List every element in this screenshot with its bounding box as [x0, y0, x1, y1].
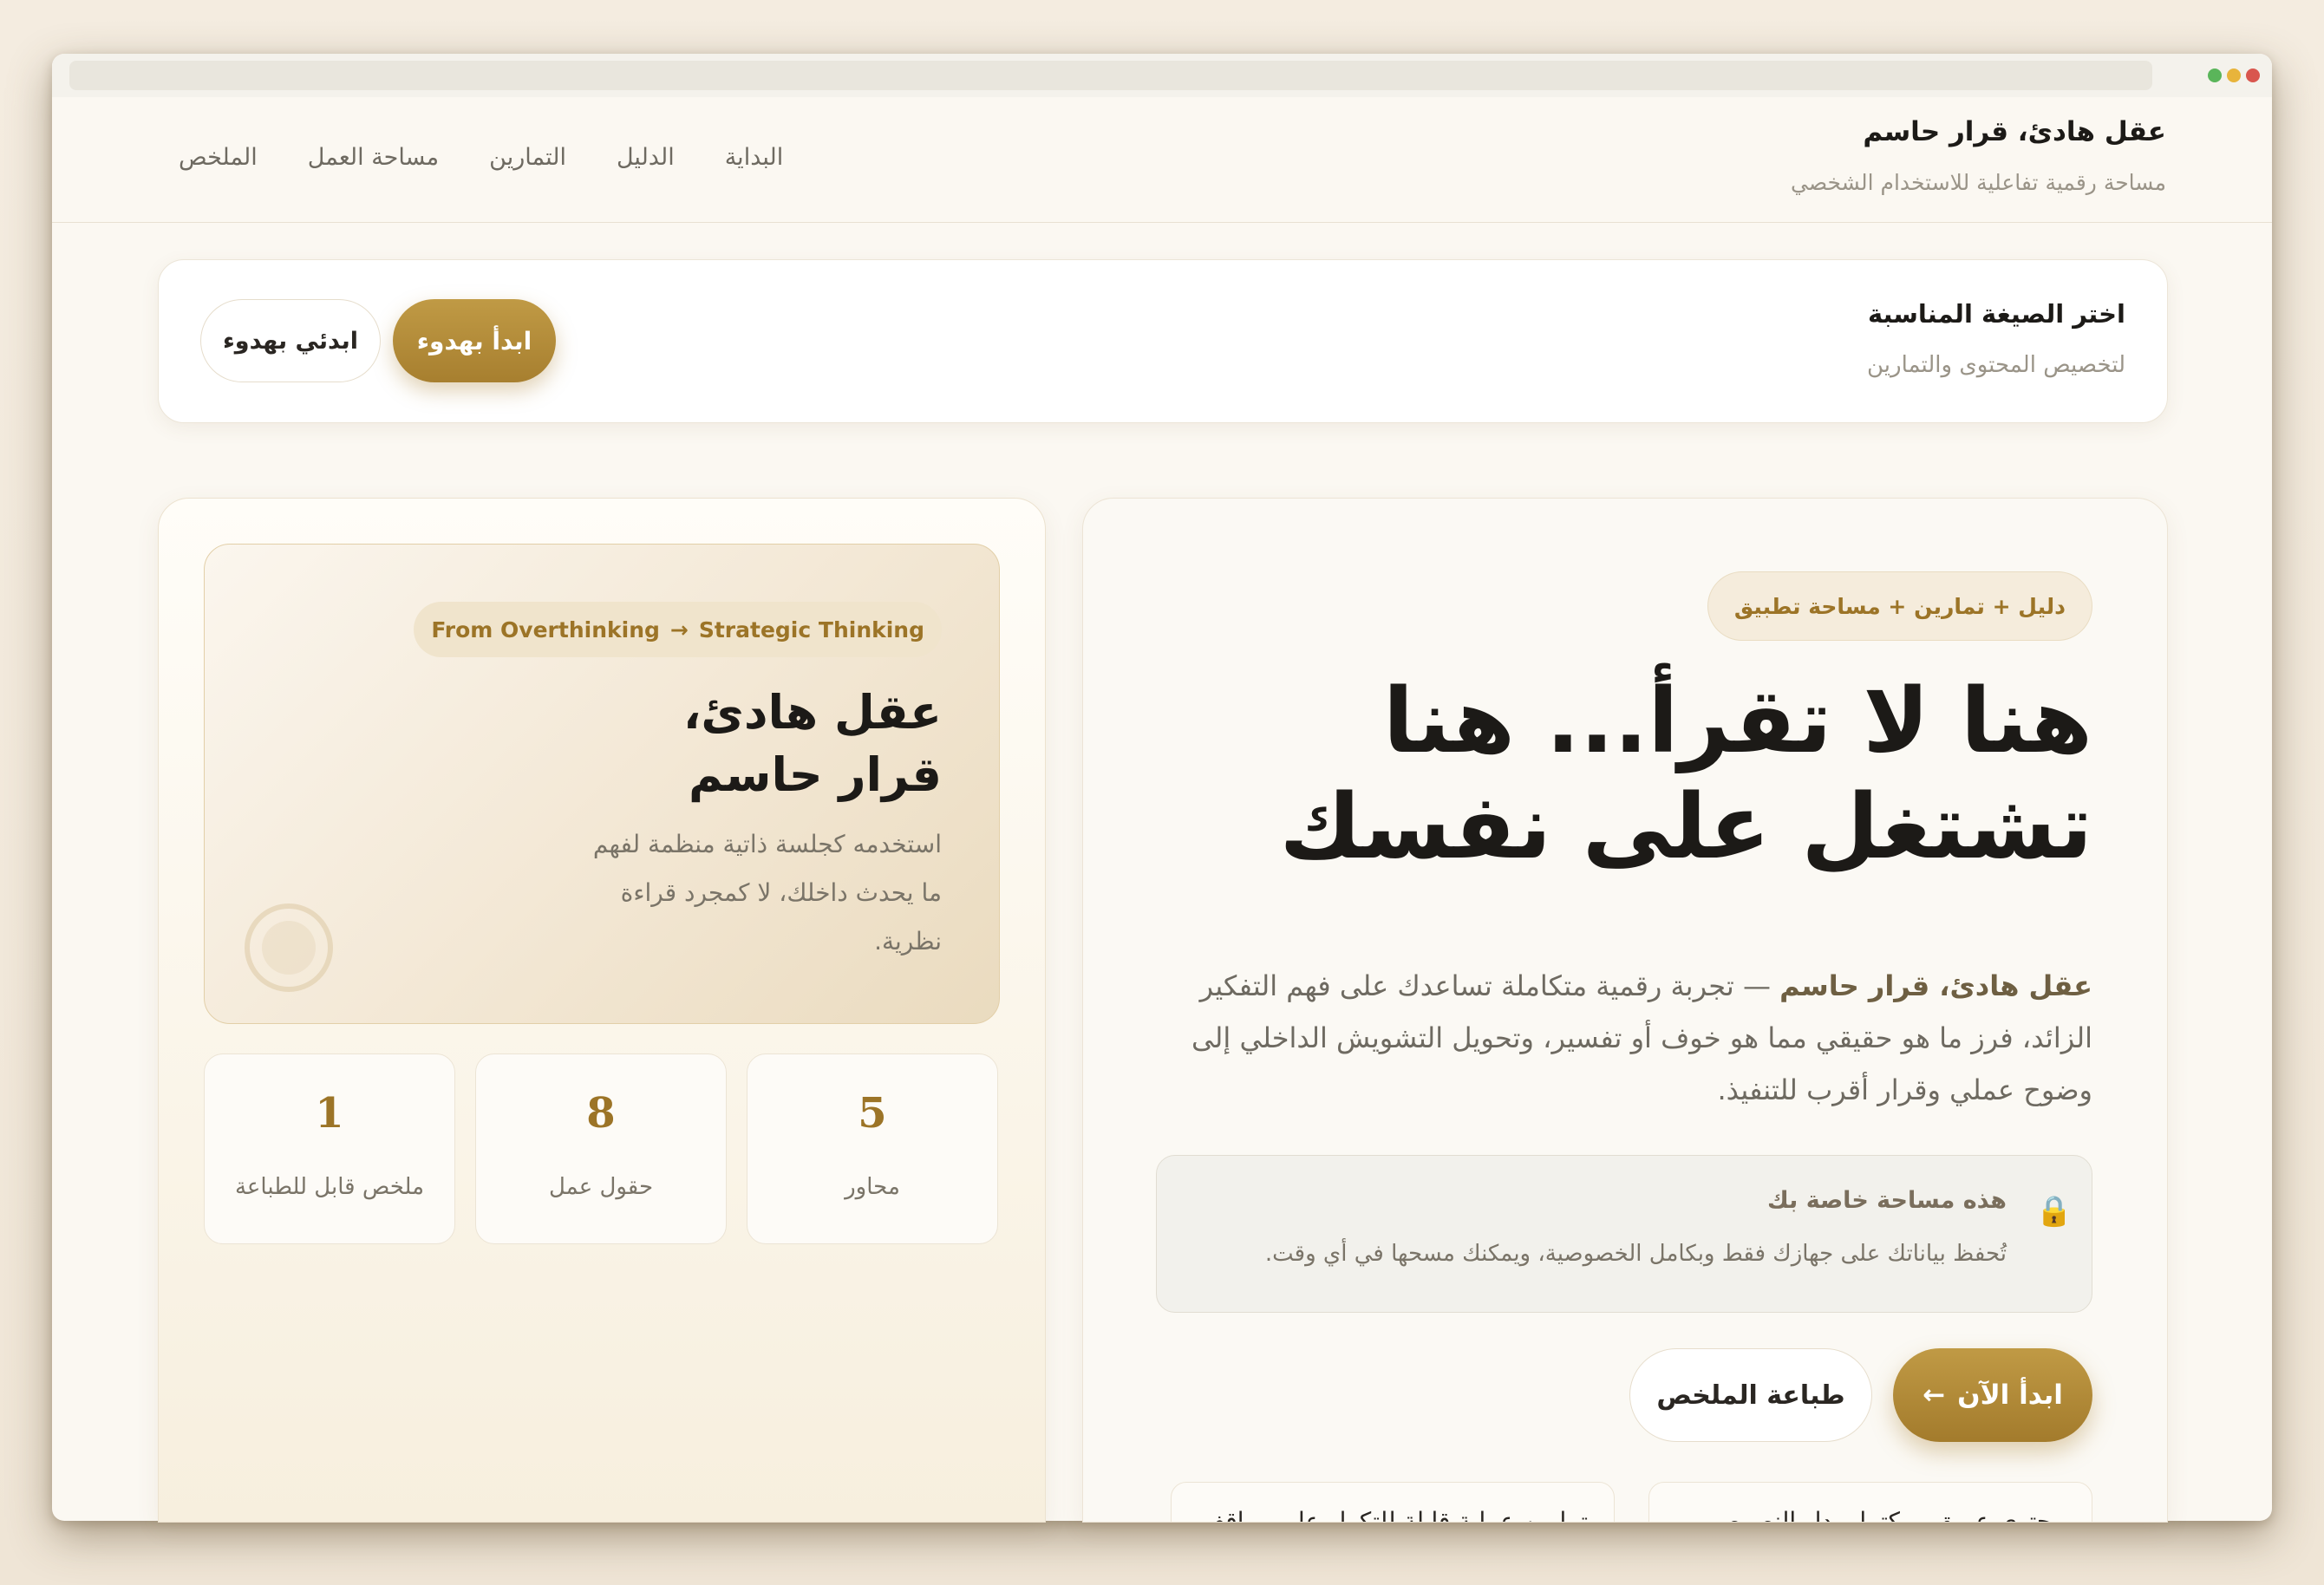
privacy-text: تُحفظ بياناتك على جهازك فقط وبكامل الخصو… — [1264, 1241, 2007, 1267]
nav-item-exercises[interactable]: التمارين — [489, 144, 566, 171]
print-summary-button[interactable]: طباعة الملخص — [1629, 1348, 1872, 1442]
hero-pill: دليل + تمارين + مساحة تطبيق — [1707, 571, 2092, 641]
arrow-right-icon: → — [669, 616, 689, 642]
stat-card: 1 ملخص قابل للطباعة — [204, 1053, 455, 1244]
minimize-dot-icon[interactable] — [2227, 68, 2241, 82]
hero-lead: عقل هادئ، قرار حاسم — تجربة رقمية متكامل… — [1139, 960, 2092, 1116]
stat-label: ملخص قابل للطباعة — [234, 1174, 425, 1200]
lead-brand: عقل هادئ، قرار حاسم — [1779, 969, 2092, 1002]
start-now-label: ابدأ الآن — [1957, 1380, 2063, 1411]
female-form-button[interactable]: ابدئي بهدوء — [200, 299, 381, 382]
feature-text: محتوى عميق ومكتمل بدل النصوص التسويقية ا… — [1711, 1507, 2066, 1523]
nav-item-summary[interactable]: الملخص — [179, 144, 258, 171]
nav-item-workspace[interactable]: مساحة العمل — [308, 144, 439, 171]
privacy-title: هذه مساحة خاصة بك — [1767, 1187, 2007, 1214]
side-title-line1: عقل هادئ، — [682, 685, 942, 740]
maximize-dot-icon[interactable] — [2208, 68, 2222, 82]
side-text: استخدمه كجلسة ذاتية منظمة لفهم ما يحدث د… — [592, 830, 942, 956]
transformation-pill: From Overthinking → Strategic Thinking — [414, 602, 942, 657]
stat-value: 1 — [315, 1089, 344, 1138]
feature-card: محتوى عميق ومكتمل بدل النصوص التسويقية ا… — [1648, 1482, 2092, 1523]
side-title-line2: قرار حاسم — [689, 747, 942, 802]
form-selector-panel: اختر الصيغة المناسبة لتخصيص المحتوى والت… — [158, 259, 2168, 423]
side-hero: From Overthinking → Strategic Thinking ع… — [204, 544, 1000, 1024]
stat-label: محاور — [845, 1174, 900, 1200]
stat-card: 8 حقول عمل — [475, 1053, 727, 1244]
nav-item-start[interactable]: البداية — [725, 144, 784, 171]
nav-item-guide[interactable]: الدليل — [617, 144, 675, 171]
brand-subtitle: مساحة رقمية تفاعلية للاستخدام الشخصي — [1791, 170, 2166, 195]
hero-headline: هنا لا تقرأ... هنا تشتغل على نفسك — [1279, 669, 2092, 879]
panel-subtitle: لتخصيص المحتوى والتمارين — [1867, 352, 2125, 378]
address-bar[interactable] — [69, 61, 2152, 90]
close-dot-icon[interactable] — [2246, 68, 2260, 82]
side-card: From Overthinking → Strategic Thinking ع… — [158, 498, 1046, 1523]
hero-card: دليل + تمارين + مساحة تطبيق هنا لا تقرأ.… — [1082, 498, 2168, 1523]
side-title: عقل هادئ، قرار حاسم — [683, 682, 942, 806]
pill-to: Strategic Thinking — [698, 616, 924, 642]
panel-title: اختر الصيغة المناسبة — [1867, 299, 2125, 329]
stat-card: 5 محاور — [747, 1053, 998, 1244]
feature-text: تمارين عملية قابلة للتكرار على مواقف الح… — [1200, 1507, 1588, 1523]
feature-card: تمارين عملية قابلة للتكرار على مواقف الح… — [1171, 1482, 1615, 1523]
pill-from: From Overthinking — [431, 616, 660, 642]
start-now-button[interactable]: ابدأ الآن ← — [1893, 1348, 2092, 1442]
privacy-notice: 🔒 هذه مساحة خاصة بك تُحفظ بياناتك على جه… — [1156, 1155, 2092, 1313]
browser-chrome — [52, 54, 2272, 97]
brand-title[interactable]: عقل هادئ، قرار حاسم — [1863, 116, 2166, 147]
stat-label: حقول عمل — [548, 1174, 654, 1200]
arrow-left-icon: ← — [1923, 1380, 1946, 1411]
stat-value: 8 — [586, 1089, 616, 1138]
main-nav: البداية الدليل التمارين مساحة العمل المل… — [179, 144, 783, 171]
male-form-button[interactable]: ابدأ بهدوء — [393, 299, 556, 382]
decorative-circle-icon — [245, 903, 333, 992]
lock-icon: 🔒 — [2035, 1194, 2073, 1229]
stat-value: 5 — [858, 1089, 887, 1138]
